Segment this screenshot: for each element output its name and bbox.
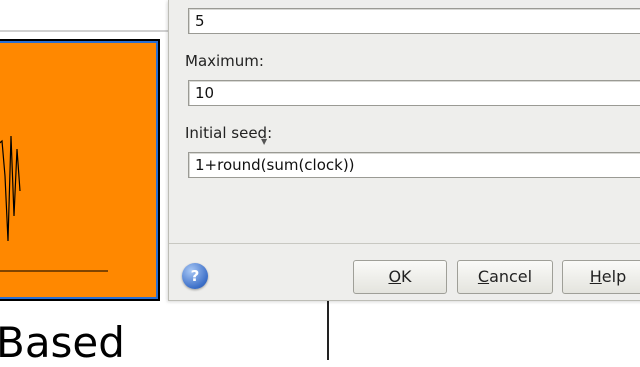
initial-seed-label: Initial seed: bbox=[185, 124, 273, 142]
help-button[interactable]: Help bbox=[562, 260, 640, 294]
minimum-field[interactable]: 5 bbox=[188, 8, 640, 34]
signal-line bbox=[327, 300, 329, 360]
maximum-field[interactable]: 10 bbox=[188, 80, 640, 106]
scope-block[interactable] bbox=[0, 39, 160, 301]
cancel-label-rest: ancel bbox=[489, 267, 533, 286]
signal-plot bbox=[0, 135, 108, 272]
cancel-button[interactable]: Cancel bbox=[457, 260, 553, 294]
block-parameters-dialog: 5 Maximum: 10 Initial seed: 1+round(sum(… bbox=[168, 0, 640, 301]
initial-seed-field[interactable]: 1+round(sum(clock)) bbox=[188, 152, 640, 178]
mouse-cursor-icon: ▼ bbox=[261, 137, 268, 146]
help-mnemonic: H bbox=[589, 267, 602, 286]
cancel-mnemonic: C bbox=[477, 267, 490, 286]
ok-button[interactable]: OK bbox=[353, 260, 447, 294]
ok-label-rest: K bbox=[401, 267, 412, 286]
parameters-panel: 5 Maximum: 10 Initial seed: 1+round(sum(… bbox=[169, 0, 640, 244]
ok-mnemonic: O bbox=[388, 267, 402, 286]
maximum-label: Maximum: bbox=[185, 52, 264, 70]
help-label-rest: elp bbox=[601, 267, 627, 286]
canvas-divider bbox=[0, 30, 175, 32]
help-icon[interactable]: ? bbox=[182, 263, 208, 289]
